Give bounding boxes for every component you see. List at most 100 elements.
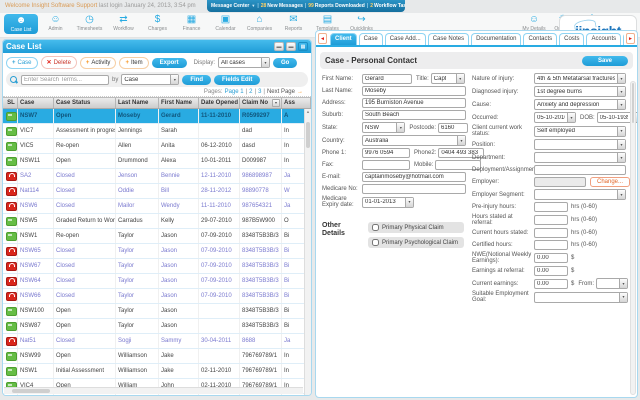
display-select[interactable]: All cases▼	[218, 57, 270, 68]
table-row[interactable]: NSW99OpenWilliamsonJake796769789/1In	[3, 349, 311, 364]
nav-item-calendar[interactable]: ▣Calendar	[209, 14, 242, 34]
next-page-arrow-icon[interactable]: →	[297, 89, 303, 95]
current-earnings-input[interactable]	[534, 279, 568, 289]
table-row[interactable]: NSW66ClosedTaylorJason07-09-20108348T5B3…	[3, 289, 311, 304]
nav-item-charges[interactable]: $Charges	[141, 14, 174, 34]
nav-item-case-list[interactable]: ☻Case List	[4, 14, 38, 34]
employer-segment-select[interactable]: ▼	[534, 189, 626, 200]
first-name-input[interactable]	[362, 74, 412, 84]
nav-item-admin[interactable]: ☺Admin	[39, 14, 72, 34]
page-3-link[interactable]: 3	[258, 89, 261, 95]
state-select[interactable]: NSW▼	[362, 122, 405, 133]
detail-vertical-scrollbar[interactable]	[630, 81, 636, 395]
table-row[interactable]: NSW67ClosedTaylorJason07-09-20108348T5B3…	[3, 259, 311, 274]
phone1-input[interactable]	[362, 148, 410, 158]
primary-psychological-claim-checkbox[interactable]	[372, 239, 379, 246]
table-horizontal-scrollbar[interactable]	[4, 387, 303, 394]
col-case[interactable]: Case	[18, 98, 54, 108]
page-1-link[interactable]: Page 1	[225, 89, 244, 95]
tab-documentation[interactable]: Documentation	[471, 33, 521, 45]
table-row[interactable]: NSW11OpenDrummondAlexa10-01-2011D009987I…	[3, 154, 311, 169]
table-row[interactable]: NSW5Graded Return to WorkCarradusKelly29…	[3, 214, 311, 229]
col-claim-no[interactable]: Claim No▼	[240, 98, 282, 108]
find-button[interactable]: Find	[182, 75, 211, 85]
from-select[interactable]: ▼	[596, 278, 628, 289]
postcode-input[interactable]	[438, 123, 468, 133]
nature-select[interactable]: 4th & 5th Metatarsal fractures▼	[534, 73, 626, 84]
table-row[interactable]	[3, 394, 311, 396]
table-row[interactable]: VIC5Re-openAllenAnita06-12-2010dasdIn	[3, 139, 311, 154]
export-button[interactable]: Export	[152, 58, 187, 68]
add-item-button[interactable]: +Item	[119, 57, 148, 69]
table-row[interactable]: NSW1Re-openTaylorJason07-09-20108348T5B3…	[3, 229, 311, 244]
view-grid-button[interactable]: ▦	[298, 42, 308, 51]
search-input[interactable]	[21, 75, 109, 85]
earnings-at-referral-input[interactable]	[534, 266, 568, 276]
table-vertical-scrollbar[interactable]: ▲	[304, 109, 311, 396]
nwe-input[interactable]	[534, 253, 568, 263]
col-date-opened[interactable]: Date Opened	[199, 98, 240, 108]
view-single-button[interactable]: ▬	[274, 42, 284, 51]
page-2-link[interactable]: 2	[249, 89, 252, 95]
sort-dropdown-button[interactable]: ▼	[272, 99, 280, 107]
title-select[interactable]: Capt▼	[431, 73, 465, 84]
col-last-name[interactable]: Last Name	[116, 98, 159, 108]
nav-item-timesheets[interactable]: ◷Timesheets	[73, 14, 106, 34]
primary-psychological-claim-checkbox-row[interactable]: Primary Psychological Claim	[368, 237, 464, 248]
country-select[interactable]: Australia▼	[362, 135, 466, 146]
nav-item-workflow[interactable]: ⇄Workflow	[107, 14, 140, 34]
table-row[interactable]: Nat51ClosedSogjiSammy30-04-20118688Ja	[3, 334, 311, 349]
view-split-button[interactable]: ▬	[286, 42, 296, 51]
scrollbar-thumb[interactable]	[306, 122, 310, 148]
scroll-up-icon[interactable]: ▲	[305, 109, 311, 114]
address-input[interactable]: 195 Burniston Avenue	[362, 98, 466, 108]
tab-contacts[interactable]: Contacts	[523, 33, 557, 45]
col-first-name[interactable]: First Name	[159, 98, 199, 108]
table-row[interactable]: SA2ClosedJensonBennie12-11-2010986898987…	[3, 169, 311, 184]
tab-scroll-left-button[interactable]: ◄	[318, 33, 327, 44]
tab-scroll-right-button[interactable]: ►	[626, 33, 635, 44]
employer-change-button[interactable]: Change...	[590, 177, 630, 187]
next-page-link[interactable]: Next Page	[267, 89, 295, 95]
email-input[interactable]	[362, 172, 466, 182]
department-select[interactable]: ▼	[534, 152, 626, 163]
table-row[interactable]: NSW6ClosedMailorWendy11-11-2010987654321…	[3, 199, 311, 214]
save-button[interactable]: Save	[582, 56, 628, 66]
table-row[interactable]: NSW87OpenTaylorJason8348T5B3B/3Bi	[3, 319, 311, 334]
scrollbar-thumb[interactable]	[12, 389, 50, 393]
tab-case-notes[interactable]: Case Notes	[428, 33, 469, 45]
nav-item-finance[interactable]: ▦Finance	[175, 14, 208, 34]
diagnosed-select[interactable]: 1st degree burns▼	[534, 86, 626, 97]
tab-plans-program[interactable]: Plans/Program	[623, 33, 624, 45]
medicare-expiry-select[interactable]: 01-01-2013▼	[362, 197, 414, 208]
tab-costs[interactable]: Costs	[559, 33, 584, 45]
table-row[interactable]: NSW7OpenMosebyGerard11-11-2010R0599297A	[3, 109, 311, 124]
table-row[interactable]: VIC7Assessment in progressJenningsSarahd…	[3, 124, 311, 139]
deployment-input[interactable]	[534, 165, 626, 175]
col-assessor[interactable]: Ass	[282, 98, 311, 108]
primary-physical-claim-checkbox[interactable]	[372, 224, 379, 231]
employer-input[interactable]	[534, 177, 586, 187]
scrollbar-thumb[interactable]	[632, 83, 634, 123]
delete-case-button[interactable]: ✕Delete	[41, 56, 77, 69]
position-select[interactable]: ▼	[534, 139, 626, 150]
primary-physical-claim-checkbox-row[interactable]: Primary Physical Claim	[368, 222, 464, 233]
message-center-button[interactable]: Message Center▼	[211, 3, 255, 9]
tab-case-add[interactable]: Case Add...	[385, 33, 426, 45]
work-status-select[interactable]: Self employed▼	[534, 126, 626, 137]
tab-accounts[interactable]: Accounts	[586, 33, 621, 45]
go-button[interactable]: Go	[273, 58, 297, 68]
nav-item-reports[interactable]: ✉Reports	[277, 14, 310, 34]
last-name-input[interactable]	[362, 86, 466, 96]
pre-injury-hours-input[interactable]	[534, 202, 568, 212]
suitable-employment-goal-select[interactable]: ▼	[534, 292, 628, 303]
table-row[interactable]: Nat114ClosedOddieBill28-11-201298890778W	[3, 184, 311, 199]
tab-client[interactable]: Client	[330, 33, 357, 45]
col-sl[interactable]: SL	[3, 98, 18, 108]
fax-input[interactable]	[362, 160, 410, 170]
medicare-no-input[interactable]	[362, 184, 466, 194]
nav-item-companies[interactable]: ⌂Companies	[243, 14, 276, 34]
cause-select[interactable]: Anxiety and depression▼	[534, 99, 626, 110]
certified-hours-input[interactable]	[534, 240, 568, 250]
suburb-input[interactable]	[362, 110, 466, 120]
